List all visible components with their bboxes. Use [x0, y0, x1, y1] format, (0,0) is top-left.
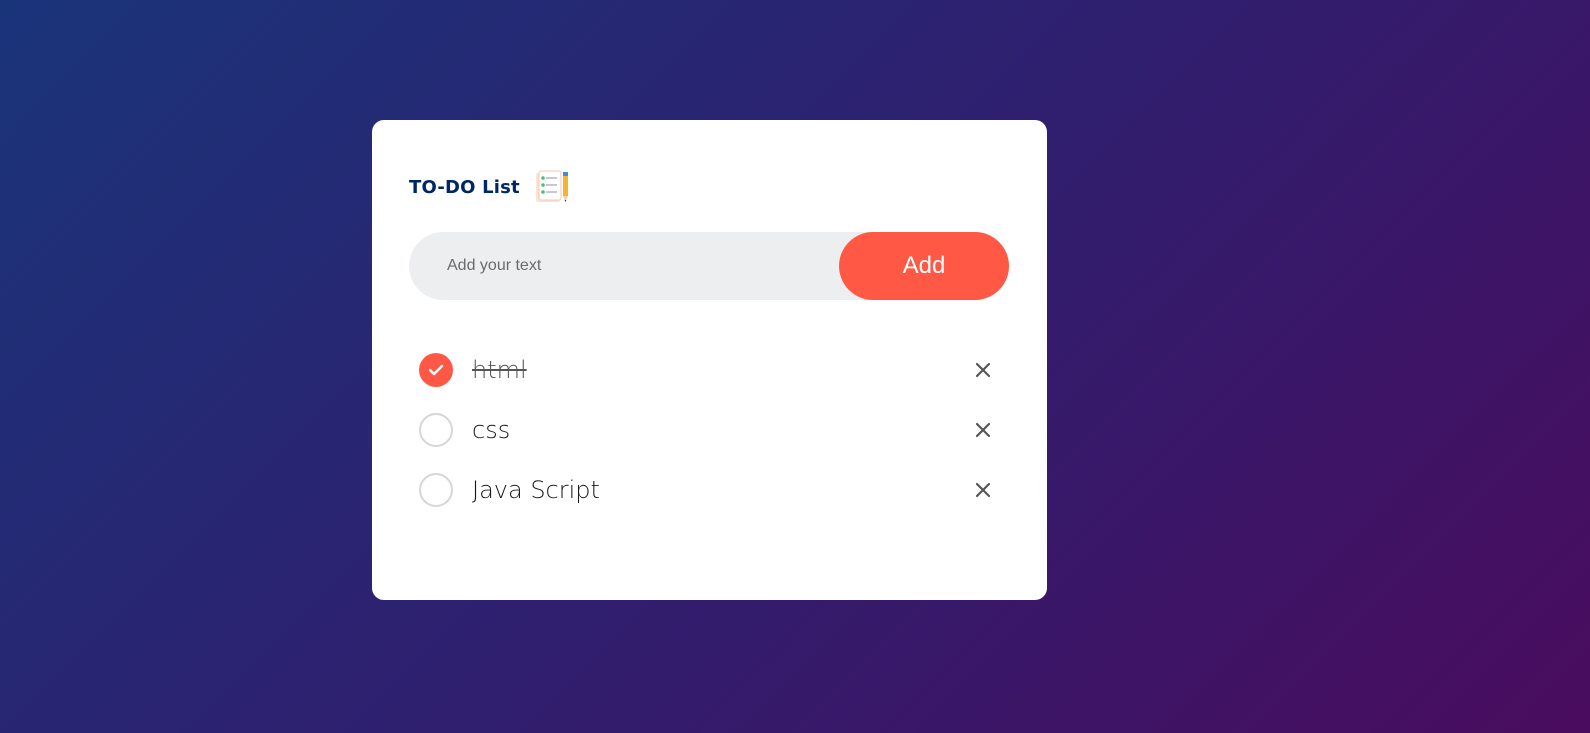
unchecked-checkbox-icon[interactable]: [419, 413, 453, 447]
add-button[interactable]: Add: [839, 232, 1009, 300]
task-text: css: [472, 416, 511, 444]
unchecked-checkbox-icon[interactable]: [419, 473, 453, 507]
close-icon[interactable]: [972, 479, 994, 501]
task-list: html css Java Script: [409, 340, 1009, 520]
task-text: html: [472, 356, 527, 384]
task-input-row: Add: [409, 231, 1009, 301]
task-input[interactable]: [409, 231, 839, 301]
todo-header: TO-DO List: [409, 170, 570, 204]
checked-checkbox-icon[interactable]: [419, 353, 453, 387]
checklist-icon: [534, 170, 570, 204]
close-icon[interactable]: [972, 359, 994, 381]
list-item[interactable]: Java Script: [409, 460, 1009, 520]
todo-card: TO-DO List Add your text Add html css Ja…: [372, 120, 1047, 600]
close-icon[interactable]: [972, 419, 994, 441]
list-item[interactable]: html: [409, 340, 1009, 400]
page-title: TO-DO List: [409, 176, 520, 198]
task-text: Java Script: [472, 476, 600, 504]
list-item[interactable]: css: [409, 400, 1009, 460]
